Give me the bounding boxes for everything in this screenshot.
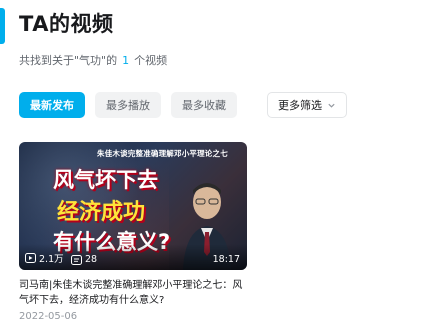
video-duration: 18:17 xyxy=(212,254,240,265)
comment-count: 28 xyxy=(71,254,97,265)
tab-most-favorited[interactable]: 最多收藏 xyxy=(171,92,237,118)
chevron-down-icon xyxy=(328,103,335,108)
result-summary-suffix: 个视频 xyxy=(134,54,168,67)
tab-latest[interactable]: 最新发布 xyxy=(19,92,85,118)
tab-most-played[interactable]: 最多播放 xyxy=(95,92,161,118)
title-accent-bar xyxy=(0,8,5,44)
comment-count-value: 28 xyxy=(85,254,98,265)
page-title: TA的视频 xyxy=(19,12,114,36)
result-count: 1 xyxy=(122,54,130,67)
play-count-icon xyxy=(25,253,36,263)
video-thumbnail[interactable]: 朱佳木谈完整准确理解邓小平理论之七 风气坏下去 经济成功 有什么意义? 2.1万… xyxy=(19,142,247,270)
comment-icon xyxy=(71,254,82,265)
video-card[interactable]: 朱佳木谈完整准确理解邓小平理论之七 风气坏下去 经济成功 有什么意义? 2.1万… xyxy=(19,142,247,322)
thumbnail-caption-1: 风气坏下去 xyxy=(53,168,158,192)
view-count-value: 2.1万 xyxy=(39,254,64,265)
sort-tabs: 最新发布 最多播放 最多收藏 xyxy=(19,92,237,118)
result-summary-prefix: 共找到关于"气功"的 xyxy=(19,54,118,67)
more-filters-label: 更多筛选 xyxy=(278,99,322,112)
video-title[interactable]: 司马南|朱佳木谈完整准确理解邓小平理论之七：风气坏下去，经济成功有什么意义? xyxy=(19,278,251,308)
view-count: 2.1万 xyxy=(25,251,64,265)
result-summary: 共找到关于"气功"的 1 个视频 xyxy=(19,52,167,68)
thumbnail-banner: 朱佳木谈完整准确理解邓小平理论之七 xyxy=(97,149,228,158)
thumbnail-caption-2: 经济成功 xyxy=(57,200,146,225)
video-date: 2022-05-06 xyxy=(19,311,78,322)
more-filters-button[interactable]: 更多筛选 xyxy=(267,92,347,118)
